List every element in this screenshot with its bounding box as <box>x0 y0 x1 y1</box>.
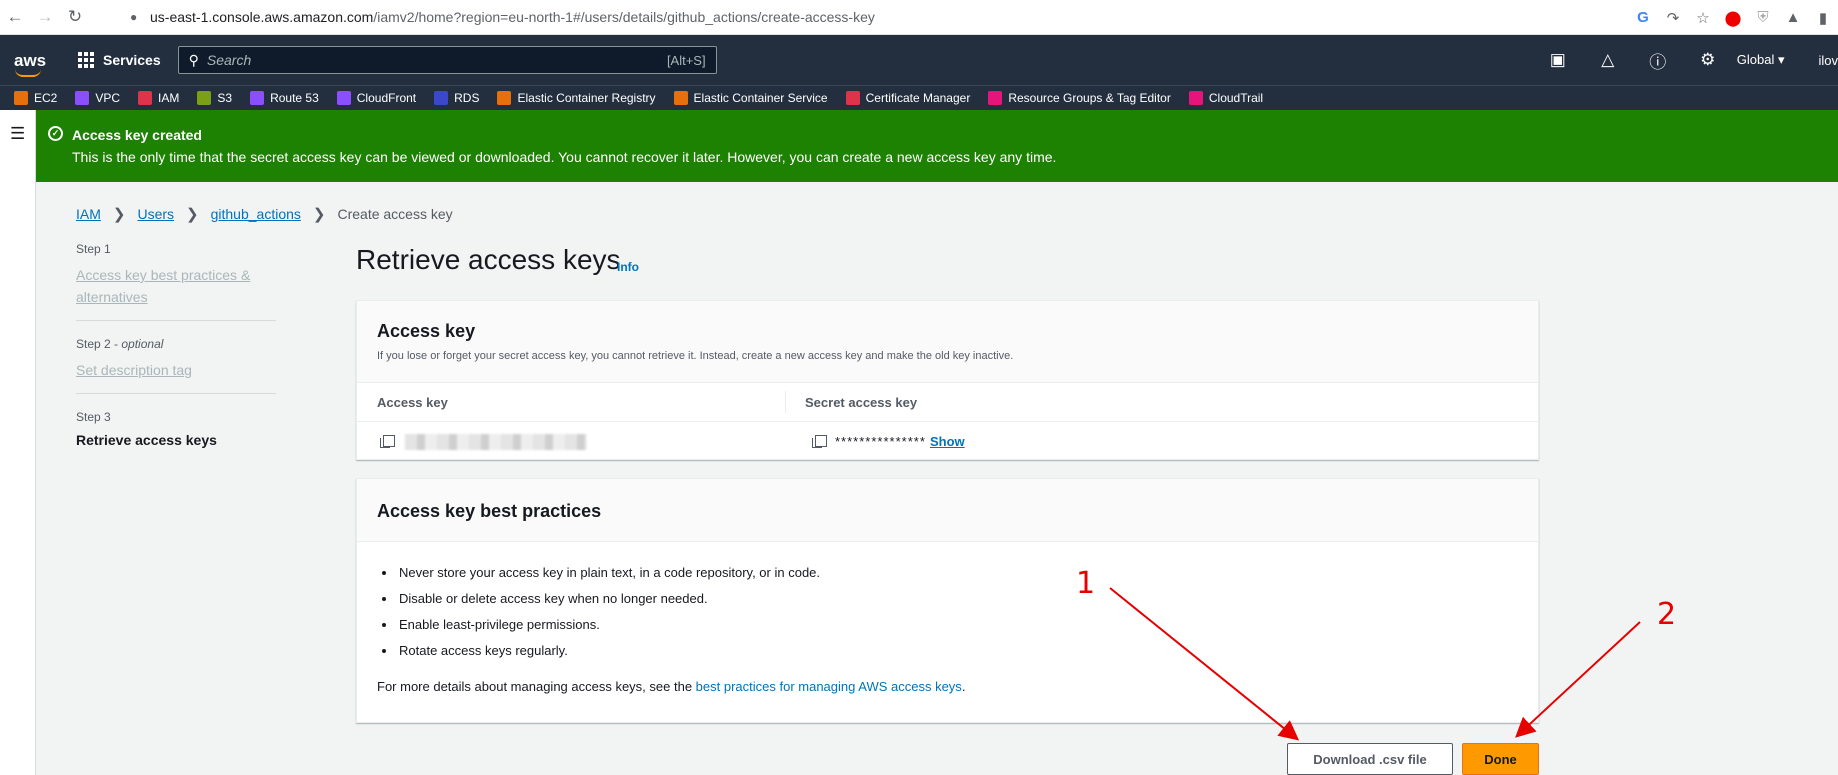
annotation-arrows <box>1109 587 1641 741</box>
annotation-arrow-2 <box>1515 621 1641 738</box>
annotation-arrow-1 <box>1109 587 1300 741</box>
